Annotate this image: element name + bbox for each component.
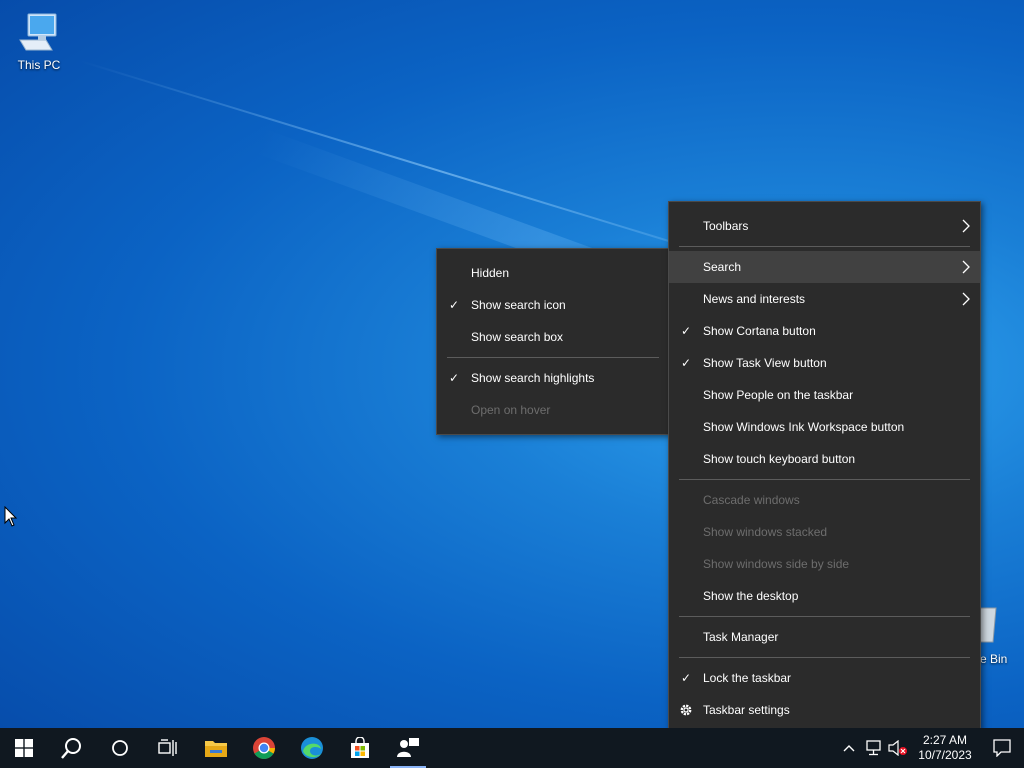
taskbar: 2:27 AM 10/7/2023 — [0, 728, 1024, 768]
notification-icon — [993, 739, 1011, 757]
network-icon — [866, 740, 881, 756]
search-icon — [61, 738, 81, 759]
menu-separator — [679, 657, 970, 658]
gear-icon — [680, 704, 692, 716]
people-icon — [397, 738, 419, 757]
microsoft-store-button[interactable] — [336, 728, 384, 768]
menu-item-show-people[interactable]: Show People on the taskbar — [669, 379, 980, 411]
menu-item-show-cortana-button[interactable]: ✓ Show Cortana button — [669, 315, 980, 347]
cortana-icon — [112, 740, 128, 756]
file-explorer-icon — [205, 741, 227, 757]
store-icon — [351, 737, 369, 758]
menu-item-show-task-view-button[interactable]: ✓ Show Task View button — [669, 347, 980, 379]
menu-item-show-search-icon[interactable]: ✓ Show search icon — [437, 289, 669, 321]
menu-separator — [679, 246, 970, 247]
task-view-button[interactable] — [144, 728, 192, 768]
desktop-icon-this-pc[interactable]: This PC — [4, 10, 74, 72]
search-submenu: Hidden ✓ Show search icon Show search bo… — [436, 248, 670, 435]
file-explorer-button[interactable] — [192, 728, 240, 768]
taskbar-search-button[interactable] — [48, 728, 96, 768]
action-center-button[interactable] — [980, 728, 1024, 768]
checkmark-icon: ✓ — [680, 356, 692, 370]
checkmark-icon: ✓ — [680, 671, 692, 685]
cortana-button[interactable] — [96, 728, 144, 768]
volume-muted-icon — [888, 740, 907, 756]
edge-button[interactable] — [288, 728, 336, 768]
desktop-icon-label: e Bin — [980, 652, 1008, 666]
checkmark-icon: ✓ — [448, 371, 460, 385]
show-hidden-icons-button[interactable] — [836, 728, 862, 768]
menu-separator — [447, 357, 659, 358]
system-tray: 2:27 AM 10/7/2023 — [836, 728, 1024, 768]
people-button[interactable] — [384, 728, 432, 768]
volume-button[interactable] — [886, 728, 910, 768]
chrome-button[interactable] — [240, 728, 288, 768]
chevron-right-icon — [962, 260, 970, 274]
clock-date: 10/7/2023 — [918, 748, 972, 762]
menu-item-lock-the-taskbar[interactable]: ✓ Lock the taskbar — [669, 662, 980, 694]
taskbar-context-menu: Toolbars Search News and interests ✓ Sho… — [668, 201, 981, 735]
checkmark-icon: ✓ — [680, 324, 692, 338]
edge-icon — [301, 737, 323, 759]
menu-item-show-windows-stacked: Show windows stacked — [703, 525, 828, 539]
taskbar-clock[interactable]: 2:27 AM 10/7/2023 — [910, 733, 980, 763]
computer-icon — [19, 13, 57, 51]
task-view-icon — [158, 739, 177, 756]
chevron-up-icon — [843, 745, 855, 752]
menu-item-show-search-box[interactable]: Show search box — [437, 321, 669, 353]
menu-item-show-touch-keyboard[interactable]: Show touch keyboard button — [669, 443, 980, 475]
menu-item-show-the-desktop[interactable]: Show the desktop — [669, 580, 980, 612]
menu-item-taskbar-settings[interactable]: Taskbar settings — [669, 694, 980, 726]
menu-item-toolbars[interactable]: Toolbars — [669, 210, 980, 242]
network-button[interactable] — [862, 728, 886, 768]
menu-separator — [679, 616, 970, 617]
menu-item-cascade-windows: Cascade windows — [703, 493, 800, 507]
clock-time: 2:27 AM — [922, 733, 968, 747]
menu-item-open-on-hover: Open on hover — [471, 403, 551, 417]
menu-item-news-and-interests[interactable]: News and interests — [669, 283, 980, 315]
menu-item-task-manager[interactable]: Task Manager — [669, 621, 980, 653]
menu-item-hidden[interactable]: Hidden — [437, 257, 669, 289]
menu-item-show-windows-side-by-side: Show windows side by side — [703, 557, 850, 571]
menu-separator — [679, 479, 970, 480]
start-button[interactable] — [0, 728, 48, 768]
chevron-right-icon — [962, 219, 970, 233]
mouse-cursor-icon — [4, 506, 18, 527]
chrome-icon — [253, 737, 275, 759]
checkmark-icon: ✓ — [448, 298, 460, 312]
desktop-icon-label: This PC — [17, 58, 61, 72]
menu-item-search[interactable]: Search — [669, 251, 980, 283]
windows-logo-icon — [15, 739, 33, 757]
menu-item-show-windows-ink[interactable]: Show Windows Ink Workspace button — [669, 411, 980, 443]
chevron-right-icon — [962, 292, 970, 306]
menu-item-show-search-highlights[interactable]: ✓ Show search highlights — [437, 362, 669, 394]
